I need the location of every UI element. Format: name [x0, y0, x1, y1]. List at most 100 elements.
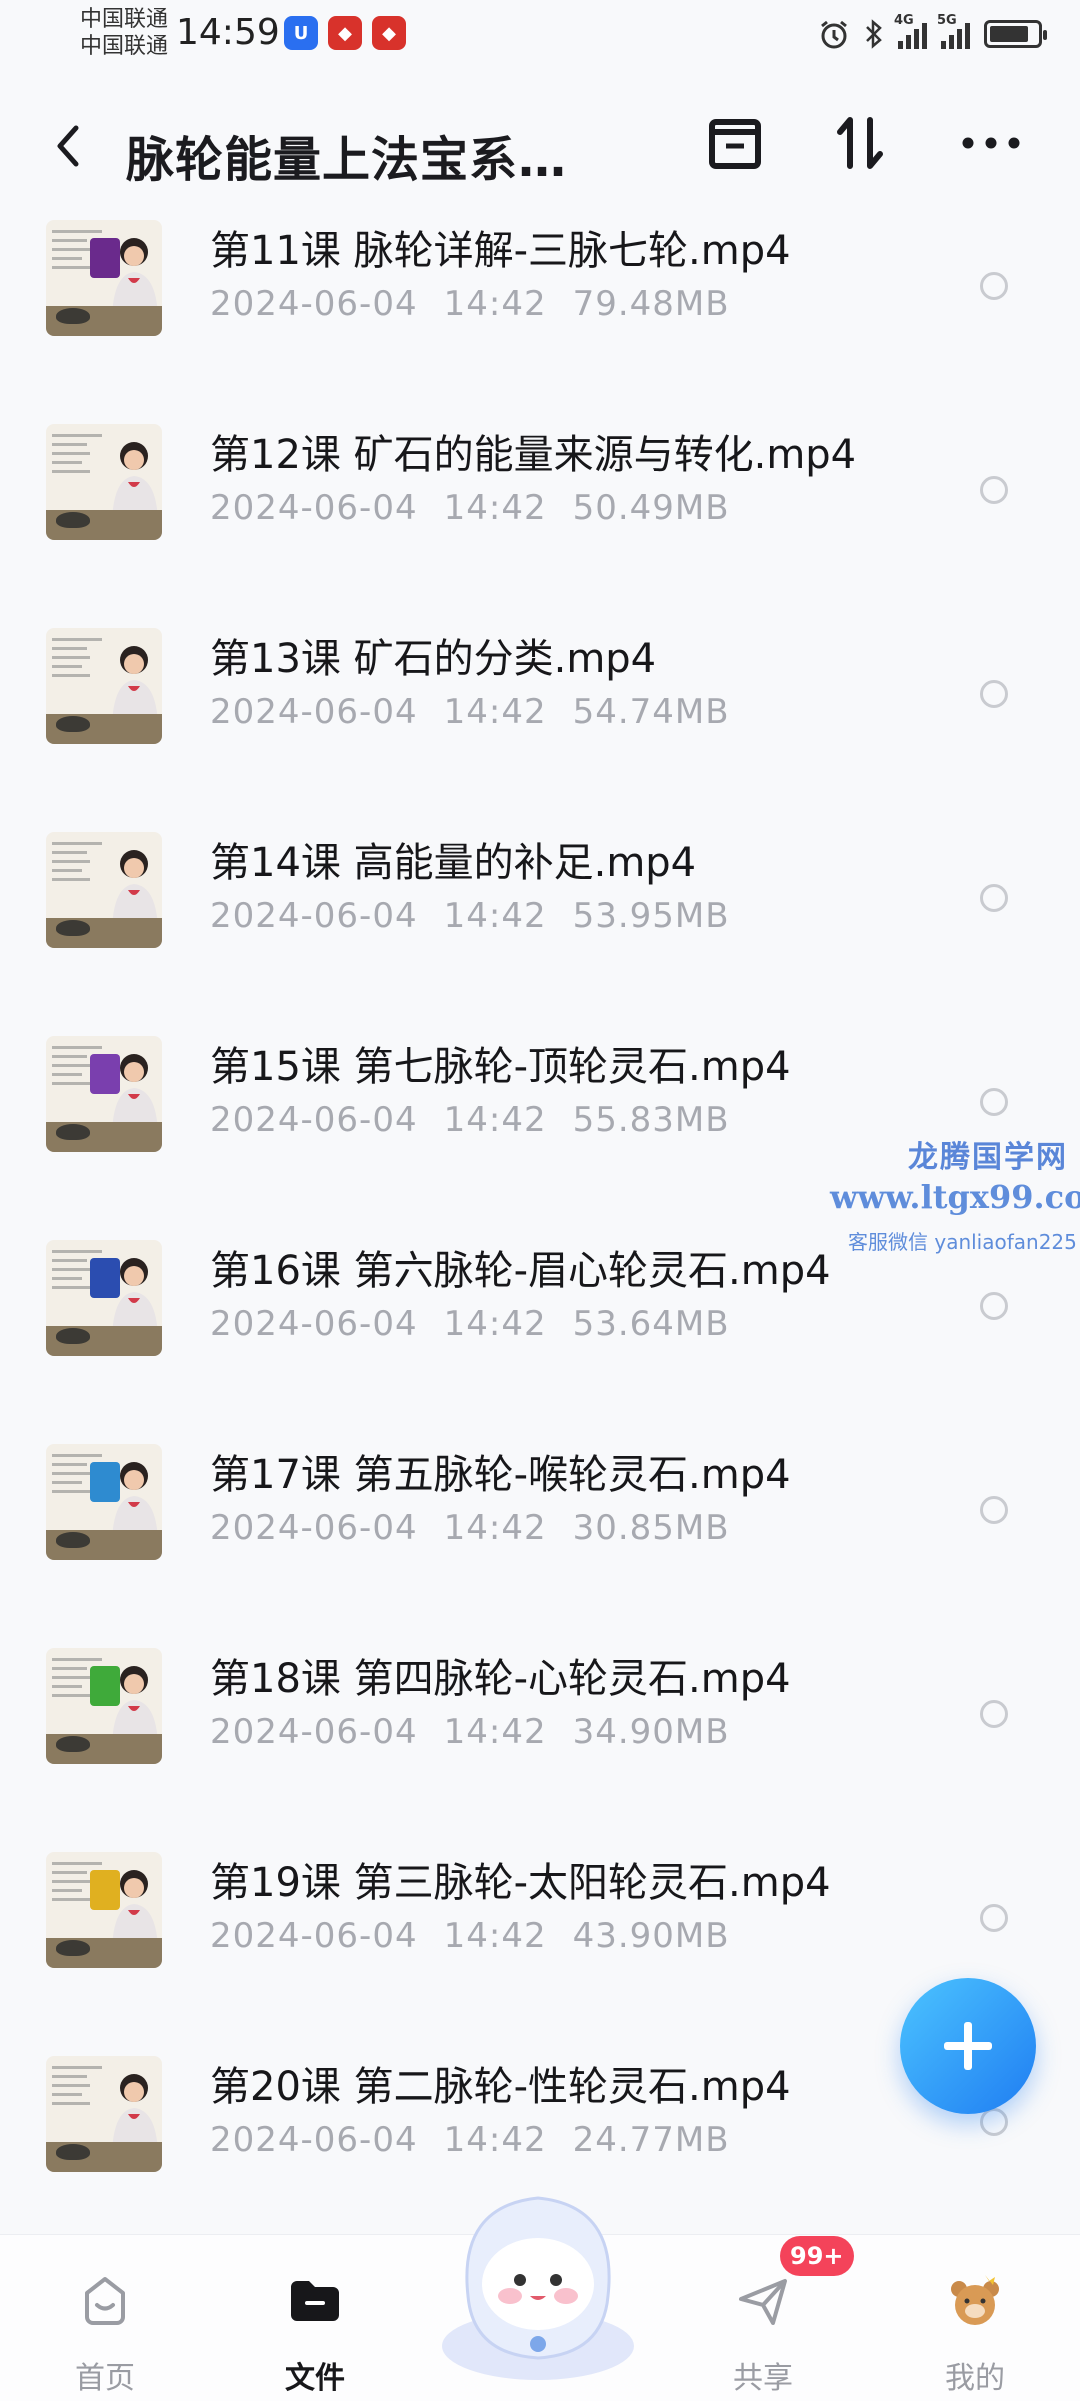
- battery-icon: [984, 20, 1047, 48]
- file-row[interactable]: 第16课 第六脉轮-眉心轮灵石.mp4 2024-06-04 14:42 53.64M…: [0, 1228, 1080, 1432]
- file-time: 14:42: [443, 1304, 547, 1344]
- video-thumbnail: [46, 2056, 162, 2172]
- select-radio[interactable]: [980, 1292, 1008, 1320]
- more-icon[interactable]: [956, 108, 1026, 178]
- nav-files[interactable]: 文件: [240, 2235, 390, 2401]
- file-date: 2024-06-04: [210, 2120, 418, 2160]
- video-thumbnail: [46, 832, 162, 948]
- file-size: 24.77MB: [572, 2120, 730, 2160]
- select-radio[interactable]: [980, 1496, 1008, 1524]
- file-name: 第17课 第五脉轮-喉轮灵石.mp4: [210, 1452, 791, 1498]
- file-date: 2024-06-04: [210, 692, 418, 732]
- file-size: 34.90MB: [572, 1712, 730, 1752]
- video-thumbnail: [46, 1444, 162, 1560]
- file-size: 53.64MB: [572, 1304, 730, 1344]
- video-thumbnail: [46, 628, 162, 744]
- file-meta: 2024-06-04 14:42 79.48MB: [210, 284, 730, 324]
- select-radio[interactable]: [980, 884, 1008, 912]
- file-time: 14:42: [443, 692, 547, 732]
- archive-icon[interactable]: [700, 108, 770, 178]
- file-name: 第13课 矿石的分类.mp4: [210, 636, 657, 682]
- file-meta: 2024-06-04 14:42 30.85MB: [210, 1508, 730, 1548]
- carrier-2: 中国联通: [80, 34, 169, 59]
- top-bar: 脉轮能量上法宝系…: [0, 88, 1080, 208]
- file-row[interactable]: 第14课 高能量的补足.mp4 2024-06-04 14:42 53.95MB: [0, 820, 1080, 1024]
- file-date: 2024-06-04: [210, 1712, 418, 1752]
- file-name: 第19课 第三脉轮-太阳轮灵石.mp4: [210, 1860, 831, 1906]
- select-radio[interactable]: [980, 2108, 1008, 2136]
- file-time: 14:42: [443, 1508, 547, 1548]
- watermark-contact: 客服微信 yanliaofan225: [848, 1230, 1077, 1254]
- file-name: 第20课 第二脉轮-性轮灵石.mp4: [210, 2064, 791, 2110]
- file-name: 第12课 矿石的能量来源与转化.mp4: [210, 432, 857, 478]
- file-name: 第18课 第四脉轮-心轮灵石.mp4: [210, 1656, 791, 1702]
- app-notification-icon: U: [284, 16, 318, 50]
- video-thumbnail: [46, 1240, 162, 1356]
- select-radio[interactable]: [980, 476, 1008, 504]
- video-thumbnail: [46, 424, 162, 540]
- app-notification-icon: ◆: [328, 16, 362, 50]
- file-size: 79.48MB: [572, 284, 730, 324]
- notification-icons: U ◆ ◆: [284, 16, 406, 50]
- file-name: 第14课 高能量的补足.mp4: [210, 840, 697, 886]
- file-name: 第16课 第六脉轮-眉心轮灵石.mp4: [210, 1248, 831, 1294]
- file-date: 2024-06-04: [210, 1508, 418, 1548]
- file-date: 2024-06-04: [210, 1304, 418, 1344]
- watermark-url: www.ltgx99.com: [830, 1178, 1080, 1216]
- file-time: 14:42: [443, 1712, 547, 1752]
- file-row[interactable]: 第12课 矿石的能量来源与转化.mp4 2024-06-04 14:42 50.49M…: [0, 412, 1080, 616]
- file-row[interactable]: 第18课 第四脉轮-心轮灵石.mp4 2024-06-04 14:42 34.90MB: [0, 1636, 1080, 1840]
- nav-me[interactable]: 我的: [900, 2235, 1050, 2401]
- carrier-labels: 中国联通 中国联通: [80, 6, 168, 60]
- file-meta: 2024-06-04 14:42 24.77MB: [210, 2120, 730, 2160]
- file-row[interactable]: 第11课 脉轮详解-三脉七轮.mp4 2024-06-04 14:42 79.48MB: [0, 208, 1080, 412]
- system-icons: 4G 5G: [818, 13, 1047, 50]
- nav-home-label: 首页: [75, 2361, 135, 2396]
- select-radio[interactable]: [980, 1088, 1008, 1116]
- app-notification-icon: ◆: [372, 16, 406, 50]
- page-title: 脉轮能量上法宝系…: [126, 132, 568, 188]
- status-bar: 中国联通 中国联通 14:59 U ◆ ◆ 4G 5G: [0, 0, 1080, 70]
- file-meta: 2024-06-04 14:42 53.95MB: [210, 896, 730, 936]
- select-radio[interactable]: [980, 272, 1008, 300]
- file-time: 14:42: [443, 1100, 547, 1140]
- file-date: 2024-06-04: [210, 1916, 418, 1956]
- file-row[interactable]: 第13课 矿石的分类.mp4 2024-06-04 14:42 54.74MB: [0, 616, 1080, 820]
- file-date: 2024-06-04: [210, 1100, 418, 1140]
- file-row[interactable]: 第17课 第五脉轮-喉轮灵石.mp4 2024-06-04 14:42 30.85MB: [0, 1432, 1080, 1636]
- status-time: 14:59: [176, 12, 280, 53]
- folder-icon: [291, 2281, 339, 2321]
- signal-icon: 5G: [937, 13, 970, 49]
- select-radio[interactable]: [980, 1700, 1008, 1728]
- select-radio[interactable]: [980, 1904, 1008, 1932]
- signal-icon: 4G: [894, 13, 927, 49]
- file-time: 14:42: [443, 284, 547, 324]
- file-name: 第11课 脉轮详解-三脉七轮.mp4: [210, 228, 791, 274]
- mascot-assistant-icon[interactable]: [428, 2176, 648, 2382]
- send-icon: [739, 2279, 787, 2325]
- share-count-badge: 99+: [780, 2236, 854, 2276]
- file-size: 55.83MB: [572, 1100, 730, 1140]
- home-icon: [85, 2277, 125, 2325]
- file-size: 43.90MB: [572, 1916, 730, 1956]
- file-size: 50.49MB: [572, 488, 730, 528]
- video-thumbnail: [46, 220, 162, 336]
- nav-home[interactable]: 首页: [30, 2235, 180, 2401]
- file-date: 2024-06-04: [210, 488, 418, 528]
- carrier-1: 中国联通: [80, 7, 169, 32]
- file-time: 14:42: [443, 2120, 547, 2160]
- video-thumbnail: [46, 1036, 162, 1152]
- file-date: 2024-06-04: [210, 284, 418, 324]
- file-size: 54.74MB: [572, 692, 730, 732]
- file-name: 第15课 第七脉轮-顶轮灵石.mp4: [210, 1044, 791, 1090]
- file-time: 14:42: [443, 896, 547, 936]
- select-radio[interactable]: [980, 680, 1008, 708]
- nav-share-label: 共享: [733, 2361, 793, 2396]
- sort-icon[interactable]: [826, 108, 896, 178]
- add-button[interactable]: [900, 1978, 1036, 2114]
- video-thumbnail: [46, 1852, 162, 1968]
- file-meta: 2024-06-04 14:42 54.74MB: [210, 692, 730, 732]
- file-meta: 2024-06-04 14:42 43.90MB: [210, 1916, 730, 1956]
- file-date: 2024-06-04: [210, 896, 418, 936]
- back-arrow-icon[interactable]: [40, 116, 100, 176]
